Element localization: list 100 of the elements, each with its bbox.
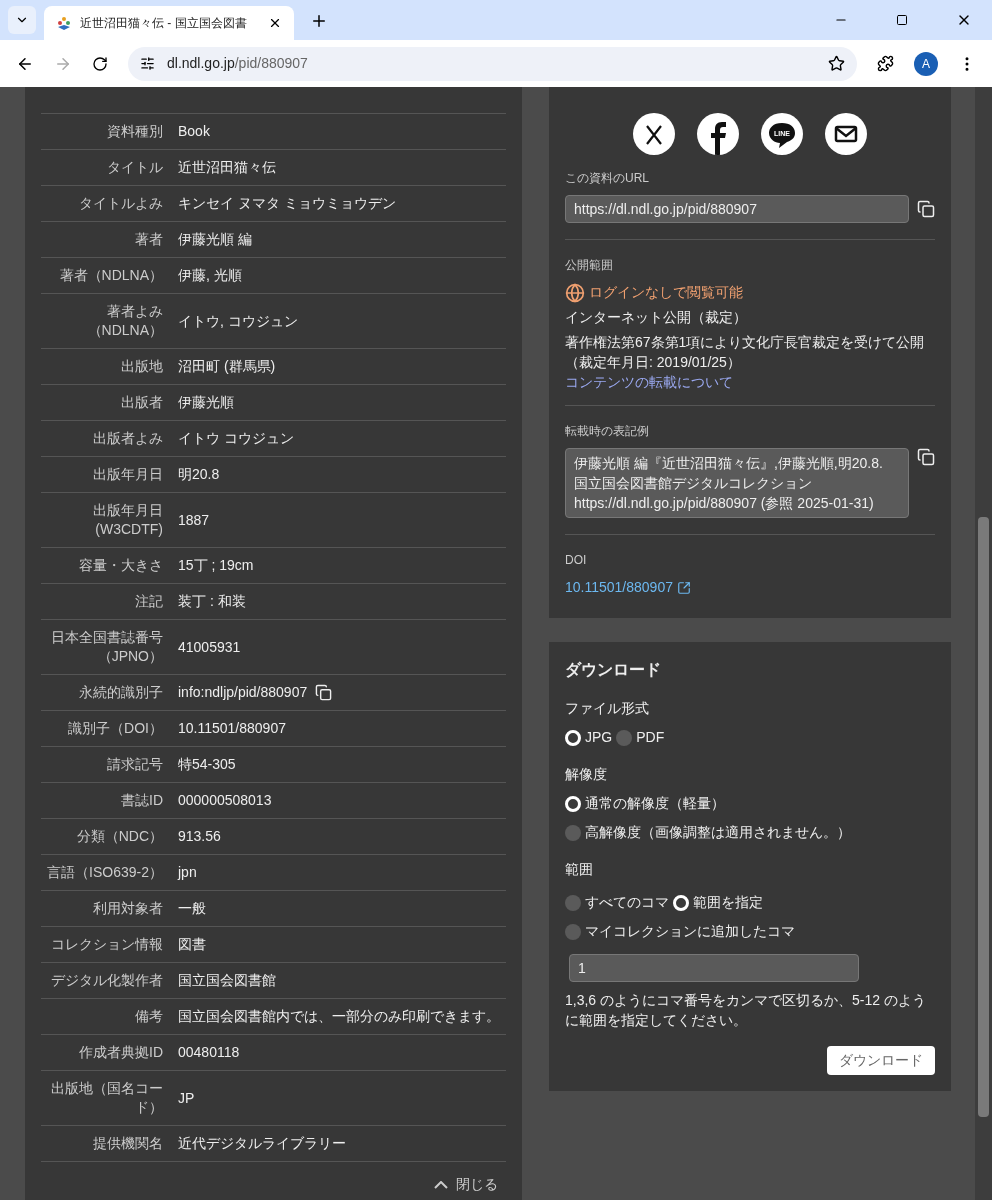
new-tab-icon[interactable] [310,12,328,30]
field-value: JP [178,1088,195,1108]
access-note: 著作権法第67条第1項により文化庁長官裁定を受けて公開（裁定年月日: 2019/01/25） [565,333,926,372]
section-label: 公開範囲 [565,257,614,274]
field-value: 明20.8 [178,465,220,484]
tab-title: 近世沼田猫々伝 - 国立国会図書 [80,15,248,32]
field-value: 伊藤, 光順 [178,266,242,285]
field-label: コレクション情報 [50,935,163,954]
citation-field[interactable]: 伊藤光順 編『近世沼田猫々伝』,伊藤光順,明20.8. 国立国会図書館デジタルコレクション https://dl.ndl.go.jp/pid/880907 (参照 2025-01-31) [565,448,909,518]
range-input[interactable]: 1 [569,954,859,982]
range-hint: 1,3,6 のようにコマ番号をカンマで区切るか、5-12 のように範囲を指定してください。 [565,991,927,1030]
collapse-button[interactable]: 閉じる [434,1174,498,1195]
field-value: 41005931 [178,637,241,657]
radio-option[interactable]: 範囲を指定 [673,892,763,913]
radio-option[interactable]: JPG [565,727,613,748]
reuse-link[interactable]: コンテンツの転載について [565,374,733,390]
radio-option[interactable]: 通常の解像度（軽量） [565,793,935,814]
field-value: 沼田町 (群馬県) [178,357,276,376]
share-button[interactable] [633,113,675,155]
field-value: キンセイ ヌマタ ミョウミョウデン [178,194,396,213]
field-value: 装丁 : 和装 [178,592,246,611]
radio-button[interactable] [565,824,581,841]
field-value: 近代デジタルライブラリー [178,1134,346,1153]
field-value: イトウ コウジュン [178,429,294,448]
copy-icon[interactable] [917,200,935,218]
field-value: 一般 [178,899,206,918]
close-tab-icon[interactable] [268,16,282,30]
field-label: 作成者典拠ID [78,1043,163,1062]
field-label: 資料種別 [106,122,163,141]
radio-button[interactable] [565,795,581,812]
panel-title: ダウンロード [565,660,662,680]
copy-icon[interactable] [917,448,935,466]
scrollbar[interactable] [975,87,992,1200]
radio-button[interactable] [565,923,581,940]
section-label: 範囲 [565,860,594,879]
field-label: 出版地（国名コード） [50,1079,163,1117]
section-label: ファイル形式 [565,699,650,718]
field-value: 15丁 ; 19cm [178,556,254,575]
doi-link[interactable]: 10.11501/880907 [565,577,935,598]
radio-button[interactable] [673,894,689,911]
browser-tab[interactable]: 近世沼田猫々伝 - 国立国会図書 [44,6,294,40]
section-label: DOI [565,552,588,569]
extensions-icon[interactable] [877,55,894,72]
globe-icon [565,282,585,303]
field-label: 著者（NDLNA） [58,266,163,285]
field-label: 書誌ID [120,791,163,810]
radio-option[interactable]: 高解像度（画像調整は適用されません。） [565,822,935,843]
field-label: 請求記号 [106,755,163,774]
site-info-icon[interactable] [140,56,155,71]
field-label: 容量・大きさ [78,556,163,575]
field-value: 913.56 [178,827,221,846]
field-value: 国立国会図書館内では、一部分のみ印刷できます。 [178,1007,500,1026]
copy-icon[interactable] [315,684,333,701]
field-label: タイトルよみ [78,194,163,213]
field-value: 00480118 [178,1043,240,1062]
field-value: 1887 [178,510,210,530]
share-button[interactable] [697,113,739,155]
section-label: 解像度 [565,765,608,784]
field-label: 注記 [134,592,163,611]
x-logo [645,124,663,146]
field-label: 提供機関名 [92,1134,163,1153]
field-label: 著者よみ（NDLNA） [86,302,163,340]
field-label: 言語（ISO639-2） [46,863,163,882]
field-label: 出版者 [120,393,163,412]
access-status: ログインなしで閲覧可能 [589,283,743,302]
field-value: 特54-305 [178,755,236,774]
profile-avatar[interactable]: A [914,51,938,76]
mail-share-button[interactable] [825,113,867,155]
envelope-icon [834,125,858,143]
site-favicon-icon [56,15,72,31]
radio-button[interactable] [616,729,633,746]
radio-option[interactable]: すべてのコマ [565,892,669,913]
field-label: 利用対象者 [92,899,163,918]
external-link-icon [676,580,691,595]
field-value: イトウ, コウジュン [178,311,298,331]
field-label: 識別子（DOI） [67,719,163,738]
maximize-icon[interactable] [896,14,908,26]
field-value: jpn [178,863,197,882]
field-label: 日本全国書誌番号（JPNO） [50,628,163,666]
section-label: 転載時の表記例 [565,423,650,440]
facebook-logo [711,122,726,155]
url-text: dl.ndl.go.jp/pid/880907 [167,54,308,73]
reload-icon[interactable] [92,55,108,72]
download-button[interactable]: ダウンロード [827,1046,935,1075]
url-field[interactable]: https://dl.ndl.go.jp/pid/880907 [565,195,909,223]
radio-option[interactable]: マイコレクションに追加したコマ [565,921,795,942]
bookmark-star-icon[interactable] [828,55,845,72]
field-label: 備考 [134,1007,163,1026]
field-value: 伊藤光順 編 [178,230,252,249]
field-value: Book [178,122,210,141]
field-label: デジタル化製作者 [50,971,163,990]
field-label: 出版者よみ [92,429,163,448]
radio-button[interactable] [565,894,581,911]
field-value: 10.11501/880907 [178,719,286,738]
radio-button[interactable] [565,729,581,746]
field-label: 出版年月日(W3CDTF) [92,501,163,539]
address-bar[interactable]: dl.ndl.go.jp/pid/880907 [128,46,857,81]
radio-option[interactable]: PDF [616,727,665,748]
field-value: 000000508013 [178,791,272,810]
section-label: この資料のURL [565,170,650,187]
